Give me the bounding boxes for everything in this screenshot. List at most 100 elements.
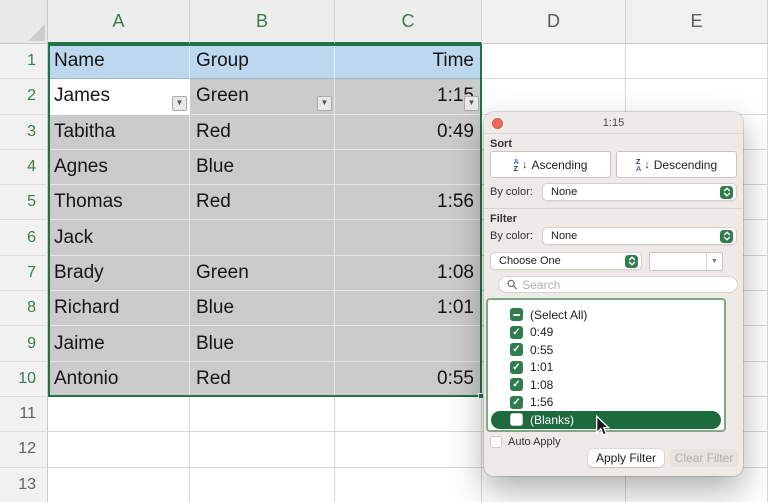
- cell-B6[interactable]: [190, 220, 335, 255]
- filter-item-5[interactable]: ✓1:56: [488, 394, 724, 412]
- sort-by-color-select[interactable]: None: [542, 183, 737, 201]
- cell-E2[interactable]: [626, 79, 768, 114]
- checkbox-unchecked-icon[interactable]: [510, 413, 523, 426]
- cell-B1[interactable]: Group: [190, 44, 335, 79]
- sort-heading: Sort: [490, 138, 512, 150]
- cell-A4[interactable]: Agnes: [48, 150, 190, 185]
- row-header-10[interactable]: 10: [0, 362, 48, 397]
- cell-A5[interactable]: Thomas: [48, 185, 190, 220]
- cell-text-B7: Green: [196, 262, 249, 284]
- cell-A12[interactable]: [48, 432, 190, 467]
- cell-A9[interactable]: Jaime: [48, 326, 190, 361]
- auto-apply-checkbox[interactable]: [490, 436, 502, 448]
- apply-filter-button[interactable]: Apply Filter: [588, 449, 664, 467]
- cell-B7[interactable]: Green: [190, 256, 335, 291]
- cell-A13[interactable]: [48, 468, 190, 502]
- column-header-A[interactable]: A: [48, 0, 190, 44]
- row-header-1[interactable]: 1: [0, 44, 48, 79]
- cell-A10[interactable]: Antonio: [48, 362, 190, 397]
- row-header-7[interactable]: 7: [0, 256, 48, 291]
- filter-item-3[interactable]: ✓1:01: [488, 359, 724, 377]
- row-header-12[interactable]: 12: [0, 432, 48, 467]
- cell-text-C5: 1:56: [437, 191, 474, 213]
- cell-B9[interactable]: Blue: [190, 326, 335, 361]
- filter-dropdown-button-C2[interactable]: ▼: [464, 96, 479, 111]
- cell-C2[interactable]: 1:15▼: [335, 79, 482, 114]
- row-header-11[interactable]: 11: [0, 397, 48, 432]
- cell-B8[interactable]: Blue: [190, 291, 335, 326]
- cell-A7[interactable]: Brady: [48, 256, 190, 291]
- filter-by-color-select[interactable]: None: [542, 227, 737, 245]
- row-header-6[interactable]: 6: [0, 220, 48, 255]
- close-icon[interactable]: [492, 118, 503, 129]
- cell-B10[interactable]: Red: [190, 362, 335, 397]
- cell-C4[interactable]: [335, 150, 482, 185]
- clear-filter-button[interactable]: Clear Filter: [670, 449, 738, 467]
- cell-C13[interactable]: [335, 468, 482, 502]
- filter-item-4[interactable]: ✓1:08: [488, 376, 724, 394]
- filter-item-6[interactable]: (Blanks): [491, 411, 721, 429]
- filter-item-2[interactable]: ✓0:55: [488, 341, 724, 359]
- checkbox-checked-icon[interactable]: ✓: [510, 361, 523, 374]
- cell-B5[interactable]: Red: [190, 185, 335, 220]
- popup-titlebar[interactable]: 1:15: [484, 112, 743, 134]
- row-header-9[interactable]: 9: [0, 326, 48, 361]
- filter-by-color-value: None: [551, 230, 577, 242]
- filter-dropdown-button-B2[interactable]: ▼: [317, 96, 332, 111]
- checkbox-indeterminate-icon[interactable]: [510, 308, 523, 321]
- cell-A2[interactable]: James▼: [48, 79, 190, 114]
- cell-B3[interactable]: Red: [190, 115, 335, 150]
- cell-A11[interactable]: [48, 397, 190, 432]
- cell-text-A6: Jack: [54, 227, 93, 249]
- cell-C6[interactable]: [335, 220, 482, 255]
- checkbox-checked-icon[interactable]: ✓: [510, 378, 523, 391]
- search-icon: [507, 279, 517, 290]
- cell-C8[interactable]: 1:01: [335, 291, 482, 326]
- cell-D1[interactable]: [482, 44, 626, 79]
- filter-item-1[interactable]: ✓0:49: [488, 324, 724, 342]
- cell-C5[interactable]: 1:56: [335, 185, 482, 220]
- cell-B12[interactable]: [190, 432, 335, 467]
- cell-B2[interactable]: Green▼: [190, 79, 335, 114]
- cell-C11[interactable]: [335, 397, 482, 432]
- cell-D2[interactable]: [482, 79, 626, 114]
- checkbox-checked-icon[interactable]: ✓: [510, 396, 523, 409]
- filter-item-0[interactable]: (Select All): [488, 306, 724, 324]
- column-header-B[interactable]: B: [190, 0, 335, 44]
- checkbox-checked-icon[interactable]: ✓: [510, 326, 523, 339]
- row-header-3[interactable]: 3: [0, 115, 48, 150]
- cell-C9[interactable]: [335, 326, 482, 361]
- cell-B11[interactable]: [190, 397, 335, 432]
- cell-A3[interactable]: Tabitha: [48, 115, 190, 150]
- sort-descending-button[interactable]: ZA ↓ Descending: [616, 151, 737, 178]
- column-header-D[interactable]: D: [482, 0, 626, 44]
- filter-condition-select[interactable]: Choose One: [490, 252, 642, 270]
- cell-E1[interactable]: [626, 44, 768, 79]
- cell-C3[interactable]: 0:49: [335, 115, 482, 150]
- row-header-5[interactable]: 5: [0, 185, 48, 220]
- cell-C10[interactable]: 0:55: [335, 362, 482, 397]
- row-header-2[interactable]: 2: [0, 79, 48, 114]
- cell-A1[interactable]: Name: [48, 44, 190, 79]
- filter-value-list: (Select All)✓0:49✓0:55✓1:01✓1:08✓1:56(Bl…: [486, 298, 726, 432]
- row-header-4[interactable]: 4: [0, 150, 48, 185]
- filter-search-field[interactable]: [498, 276, 738, 293]
- column-header-E[interactable]: E: [626, 0, 768, 44]
- combo-dropdown-icon[interactable]: ▼: [706, 253, 722, 270]
- cell-A8[interactable]: Richard: [48, 291, 190, 326]
- cell-C7[interactable]: 1:08: [335, 256, 482, 291]
- cell-C12[interactable]: [335, 432, 482, 467]
- column-header-C[interactable]: C: [335, 0, 482, 44]
- sort-ascending-button[interactable]: AZ ↓ Ascending: [490, 151, 611, 178]
- cell-C1[interactable]: Time: [335, 44, 482, 79]
- row-header-8[interactable]: 8: [0, 291, 48, 326]
- cell-B13[interactable]: [190, 468, 335, 502]
- filter-value-combobox[interactable]: ▼: [649, 252, 723, 271]
- cell-A6[interactable]: Jack: [48, 220, 190, 255]
- row-header-13[interactable]: 13: [0, 468, 48, 502]
- select-all-corner[interactable]: [0, 0, 48, 44]
- search-input[interactable]: [522, 278, 729, 292]
- cell-B4[interactable]: Blue: [190, 150, 335, 185]
- filter-dropdown-button-A2[interactable]: ▼: [172, 96, 187, 111]
- checkbox-checked-icon[interactable]: ✓: [510, 343, 523, 356]
